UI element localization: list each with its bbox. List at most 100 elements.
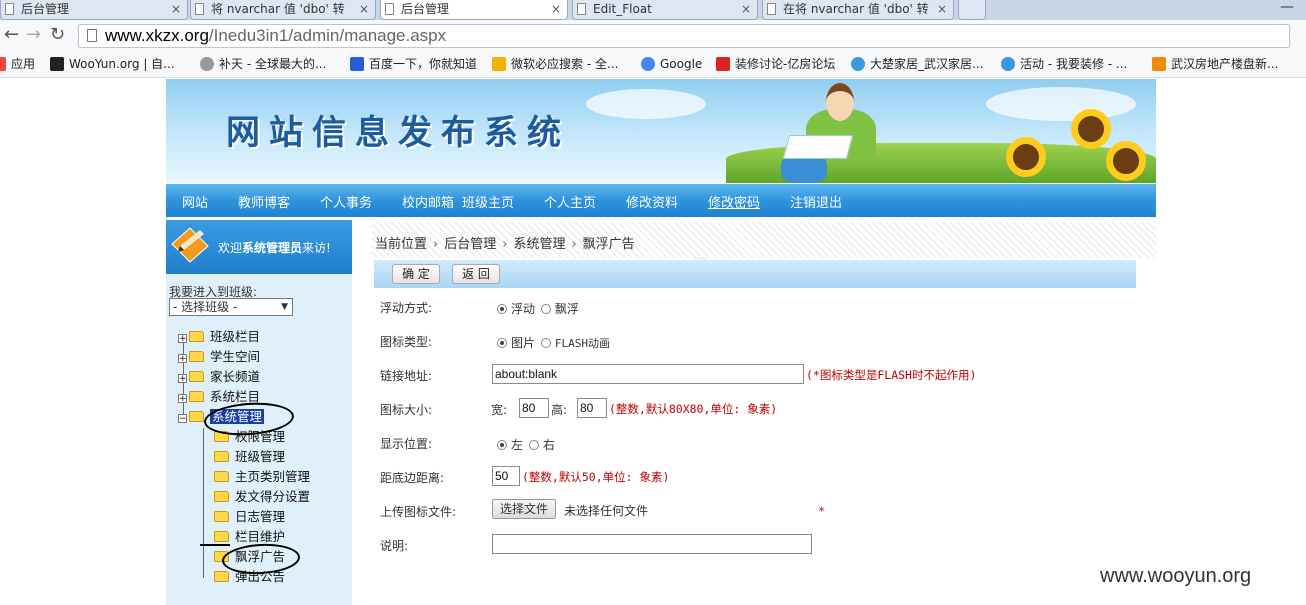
back-button[interactable]: 返 回 (452, 264, 500, 284)
radio-flash[interactable]: FLASH动画 (540, 337, 610, 350)
action-bar: 确 定 返 回 (374, 260, 1136, 288)
tree-item-parent-channel[interactable]: + 家长频道 (178, 368, 260, 386)
close-icon[interactable]: × (171, 0, 181, 18)
new-tab-button[interactable] (958, 0, 986, 20)
browser-tab[interactable]: 在将 nvarchar 值 'dbo' 转 × (762, 0, 954, 20)
tab-title: 将 nvarchar 值 'dbo' 转 (211, 2, 345, 16)
ink-line-annotation (200, 544, 230, 546)
nav-change-password[interactable]: 修改密码 (708, 192, 760, 211)
close-icon[interactable]: × (937, 0, 947, 18)
expand-icon[interactable]: + (178, 334, 187, 344)
radio-checked-icon (497, 338, 507, 348)
browser-tab-active[interactable]: 后台管理 × (380, 0, 568, 20)
nav-personal-home[interactable]: 个人主页 (544, 192, 596, 211)
icon-type-radio-group: 图片 FLASH动画 (497, 334, 610, 351)
bottom-distance-input[interactable]: 50 (492, 466, 520, 486)
bookmark-item[interactable]: 百度一下，你就知道 (350, 56, 477, 73)
radio-checked-icon (497, 304, 507, 314)
class-select[interactable]: - 选择班级 - ▼ (169, 298, 293, 316)
bookmark-item[interactable]: 武汉房地产楼盘新... (1152, 56, 1278, 73)
tree-item-log[interactable]: 日志管理 (214, 508, 285, 526)
browser-tab[interactable]: Edit_Float × (572, 0, 758, 20)
folder-icon (214, 531, 229, 542)
pencil-icon (171, 227, 209, 263)
tree-item-student-space[interactable]: + 学生空间 (178, 348, 260, 366)
bing-icon (492, 57, 506, 71)
globe-icon (1001, 57, 1015, 71)
bookmark-item[interactable]: Google (641, 56, 702, 73)
url-bar[interactable]: www.xkzx.org/Inedu3in1/admin/manage.aspx (78, 24, 1290, 48)
site-banner: 网站信息发布系统 (166, 79, 1156, 183)
bookmark-item[interactable]: 大楚家居_武汉家居... (851, 56, 983, 73)
radio-left[interactable]: 左 (497, 438, 523, 452)
bookmark-apps[interactable]: 应用 (0, 56, 35, 73)
radio-checked-icon (497, 440, 507, 450)
link-input[interactable]: about:blank (492, 364, 804, 384)
bookmark-item[interactable]: 补天 - 全球最大的... (200, 56, 326, 73)
nav-teacher-blog[interactable]: 教师博客 (238, 192, 290, 211)
folder-icon (189, 391, 204, 402)
folder-icon (214, 511, 229, 522)
cloud-decoration (986, 87, 1136, 121)
chevron-right-icon: › (502, 237, 508, 252)
browser-tab[interactable]: 将 nvarchar 值 'dbo' 转 × (190, 0, 376, 20)
forward-icon[interactable]: → (26, 24, 41, 45)
wooyun-icon (50, 57, 64, 71)
bookmark-item[interactable]: WooYun.org | 自... (50, 56, 175, 73)
back-icon[interactable]: ← (4, 24, 19, 45)
tree-connector (203, 428, 204, 578)
watermark-text: www.wooyun.org (1100, 565, 1252, 587)
close-icon[interactable]: × (741, 0, 751, 18)
sunflower-decoration (1006, 137, 1046, 177)
folder-icon (189, 351, 204, 362)
radio-icon (528, 440, 539, 450)
height-input[interactable]: 80 (577, 398, 607, 418)
tree-item-class-manage[interactable]: 班级管理 (214, 448, 285, 466)
expand-icon[interactable]: + (178, 394, 187, 404)
chevron-right-icon: › (433, 237, 439, 252)
breadcrumb-link[interactable]: 系统管理 (513, 237, 565, 252)
bookmark-item[interactable]: 装修讨论-亿房论坛 (716, 56, 835, 73)
upload-status: 未选择任何文件 (564, 504, 649, 518)
radio-image[interactable]: 图片 (497, 336, 535, 350)
book-illustration (782, 135, 854, 159)
nav-logout[interactable]: 注销退出 (790, 192, 842, 211)
width-input[interactable]: 80 (519, 398, 549, 418)
radio-right[interactable]: 右 (528, 438, 555, 452)
nav-personal-affairs[interactable]: 个人事务 (320, 192, 372, 211)
tab-title: 后台管理 (401, 2, 450, 16)
site-title: 网站信息发布系统 (226, 113, 570, 153)
expand-icon[interactable]: + (178, 354, 187, 364)
expand-icon[interactable]: + (178, 374, 187, 384)
baidu-icon (350, 57, 364, 71)
apps-icon (0, 57, 6, 71)
radio-drift[interactable]: 飘浮 (540, 302, 579, 316)
close-icon[interactable]: × (551, 0, 561, 18)
height-label: 高: (551, 403, 568, 417)
nav-class-home[interactable]: 班级主页 (462, 192, 514, 211)
width-label: 宽: (491, 403, 508, 417)
collapse-icon[interactable]: − (178, 414, 187, 424)
url-text[interactable]: www.xkzx.org/Inedu3in1/admin/manage.aspx (105, 26, 446, 46)
nav-home[interactable]: 网站 (182, 192, 208, 211)
breadcrumb-link[interactable]: 后台管理 (444, 237, 496, 252)
radio-float[interactable]: 浮动 (497, 302, 535, 316)
nav-edit-profile[interactable]: 修改资料 (626, 192, 678, 211)
tree-item-post-score[interactable]: 发文得分设置 (214, 488, 310, 506)
bookmark-item[interactable]: 活动 - 我要装修 - ... (1001, 56, 1127, 73)
chevron-right-icon: › (571, 237, 577, 252)
bookmark-item[interactable]: 微软必应搜索 - 全... (492, 56, 618, 73)
tree-item-homepage-category[interactable]: 主页类别管理 (214, 468, 310, 486)
choose-file-button[interactable]: 选择文件 (492, 499, 557, 519)
required-mark: * (818, 504, 825, 518)
reload-icon[interactable]: ↻ (50, 24, 65, 45)
close-icon[interactable]: × (359, 0, 369, 18)
nav-mailbox[interactable]: 校内邮箱 (402, 192, 454, 211)
description-input[interactable] (492, 534, 812, 554)
browser-tab[interactable]: 后台管理 × (0, 0, 188, 20)
confirm-button[interactable]: 确 定 (392, 264, 440, 284)
tree-item-class-columns[interactable]: + 班级栏目 (178, 328, 260, 346)
main-nav: 网站 教师博客 个人事务 校内邮箱 班级主页 个人主页 修改资料 修改密码 注销… (166, 183, 1156, 217)
minimize-icon[interactable]: — (1272, 0, 1302, 18)
tab-title: 后台管理 (21, 2, 70, 16)
